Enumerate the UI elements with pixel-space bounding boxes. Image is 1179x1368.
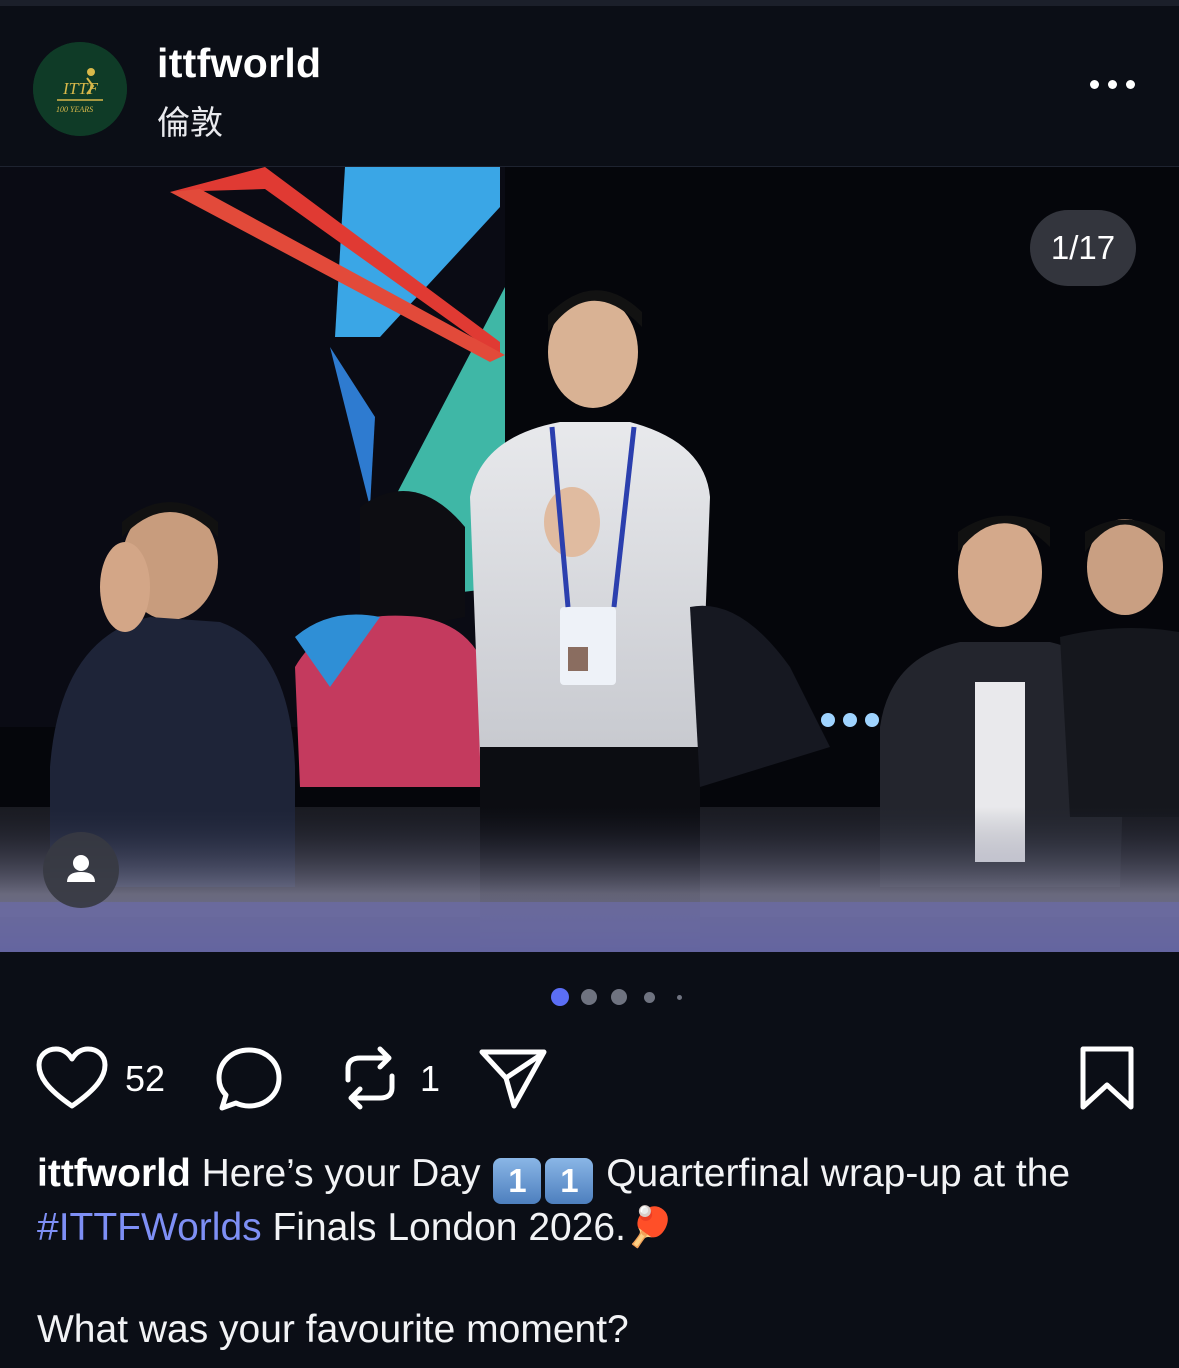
keycap-digit: 1 <box>493 1158 542 1204</box>
bookmark-icon[interactable] <box>1078 1045 1136 1111</box>
more-options-button[interactable] <box>1080 66 1146 106</box>
caption-text: Here’s your Day <box>201 1152 481 1195</box>
more-horizontal-icon <box>1090 80 1099 89</box>
keycap-digit: 1 <box>545 1158 594 1204</box>
ittf-logo-icon: ITTF 100 YEARS <box>33 42 127 136</box>
caption-username[interactable]: ittfworld <box>37 1152 191 1195</box>
comment-bubble-icon[interactable] <box>214 1044 284 1114</box>
repost-icon[interactable] <box>338 1042 402 1114</box>
caption-text: Finals London 2026. <box>272 1206 626 1249</box>
post-caption: ittfworld Here’s your Day 11 Quarterfina… <box>37 1150 1147 1252</box>
carousel-dot <box>611 989 627 1005</box>
post-username[interactable]: ittfworld <box>157 40 321 87</box>
like-count[interactable]: 52 <box>125 1058 165 1100</box>
carousel-dots <box>0 987 1179 1007</box>
hashtag-link[interactable]: #ITTFWorlds <box>37 1206 262 1249</box>
svg-text:100 YEARS: 100 YEARS <box>56 105 93 114</box>
avatar[interactable]: ITTF 100 YEARS <box>33 42 127 136</box>
carousel-dot <box>644 992 655 1003</box>
tagged-users-button[interactable] <box>43 832 119 908</box>
carousel-dot <box>581 989 597 1005</box>
post-photo[interactable] <box>0 167 1179 952</box>
slide-counter: 1/17 <box>1030 210 1136 286</box>
svg-text:ITTF: ITTF <box>62 79 99 98</box>
photo-scene <box>0 167 1179 952</box>
carousel-dot <box>677 995 682 1000</box>
post-actions <box>0 1040 1179 1120</box>
person-icon <box>67 855 95 882</box>
post-location[interactable]: 倫敦 <box>157 96 223 144</box>
caption-text: Quarterfinal wrap-up at the <box>606 1152 1071 1195</box>
paper-plane-icon[interactable] <box>476 1044 550 1112</box>
carousel-dot-active <box>551 988 569 1006</box>
repost-count[interactable]: 1 <box>420 1058 440 1100</box>
heart-icon[interactable] <box>36 1046 108 1112</box>
ping-pong-emoji: 🏓 <box>625 1206 675 1249</box>
caption-question: What was your favourite moment? <box>37 1308 629 1351</box>
post-header: ITTF 100 YEARS ittfworld 倫敦 <box>0 6 1179 167</box>
